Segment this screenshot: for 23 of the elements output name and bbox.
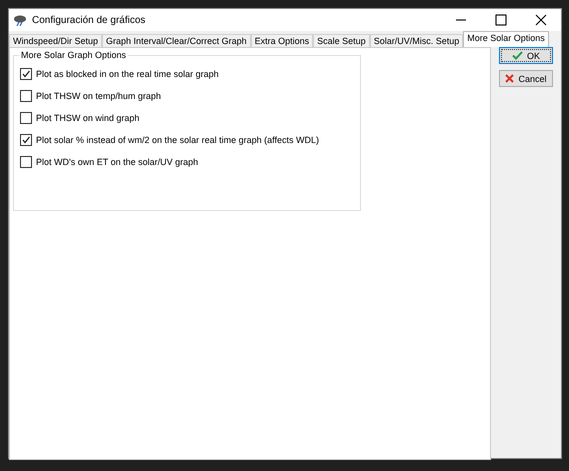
checkbox[interactable] — [20, 134, 32, 146]
tab[interactable]: More Solar Options — [463, 31, 549, 47]
checkbox[interactable] — [20, 68, 32, 80]
group-title: More Solar Graph Options — [19, 50, 128, 60]
cancel-button[interactable]: Cancel — [499, 70, 553, 87]
checkbox-label: Plot WD's own ET on the solar/UV graph — [36, 157, 198, 167]
checkmark-icon — [512, 51, 523, 60]
tab[interactable]: Solar/UV/Misc. Setup — [370, 34, 464, 47]
checkbox-label: Plot as blocked in on the real time solar graph — [36, 69, 219, 79]
window-title: Configuración de gráficos — [32, 14, 146, 26]
ok-button[interactable]: OK — [499, 47, 553, 64]
tab[interactable]: Extra Options — [250, 34, 314, 47]
checkbox-label: Plot THSW on temp/hum graph — [36, 91, 161, 101]
cloud-icon — [13, 14, 27, 26]
checkbox[interactable] — [20, 112, 32, 124]
checkbox[interactable] — [20, 90, 32, 102]
checkbox-label: Plot THSW on wind graph — [36, 113, 140, 123]
x-icon — [505, 74, 514, 83]
checkbox[interactable] — [20, 156, 32, 168]
tab[interactable]: Graph Interval/Clear/Correct Graph — [102, 34, 251, 47]
checkbox-label: Plot solar % instead of wm/2 on the solar real time graph (affects WDL) — [36, 135, 319, 145]
tab[interactable]: Scale Setup — [313, 34, 370, 47]
tab[interactable]: Windspeed/Dir Setup — [9, 34, 102, 47]
